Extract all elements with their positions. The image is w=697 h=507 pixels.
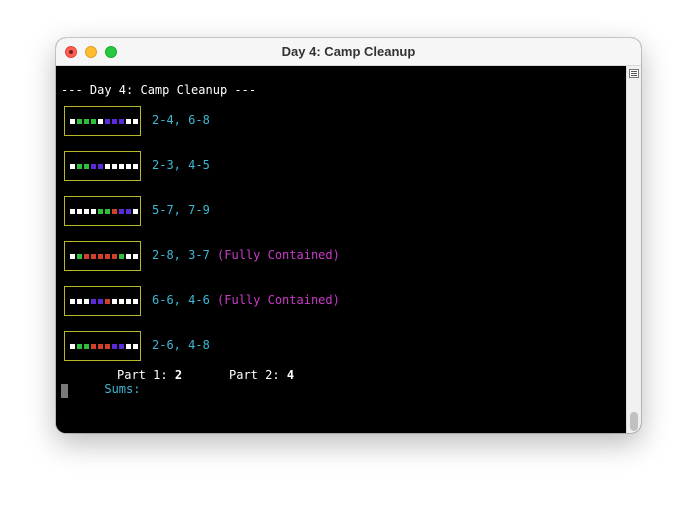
section-cell-white [119,164,124,169]
section-cell-white [70,209,75,214]
part1-label: Part 1: [117,368,168,382]
part2-label: Part 2: [229,368,280,382]
section-cell-purple [105,119,110,124]
sums-line: Sums: Part 1: 2 Part 2: 4 [61,368,294,433]
range-label: 5-7, 7-9 [152,203,210,217]
sums-label: Sums: [104,382,141,396]
section-cell-white [77,299,82,304]
part2-value: 4 [286,368,295,382]
range-text: 2-3, 4-5 [152,158,210,172]
part1-value: 2 [174,368,183,382]
section-cell-white [133,254,138,259]
section-visual-box [64,286,141,316]
vertical-scrollbar[interactable] [626,66,641,433]
section-cell-white [126,299,131,304]
section-cell-purple [119,209,124,214]
section-cell-green [77,119,82,124]
part1-sum: Part 1: 2 [117,368,182,382]
scrollbar-thumb[interactable] [630,412,638,431]
contained-status: (Fully Contained) [217,293,340,307]
section-cell-green [77,254,82,259]
section-cell-purple [126,209,131,214]
section-visual-box [64,106,141,136]
section-cell-white [133,344,138,349]
window-title: Day 4: Camp Cleanup [281,44,416,59]
section-cell-green [119,254,124,259]
section-cell-red [91,344,96,349]
section-cell-white [126,164,131,169]
section-cell-green [91,119,96,124]
section-cell-green [84,119,89,124]
section-cell-green [105,209,110,214]
section-cell-purple [112,344,117,349]
section-cell-purple [112,119,117,124]
section-cell-red [84,254,89,259]
section-cell-red [98,254,103,259]
split-pane-icon[interactable] [629,69,639,78]
section-cell-green [84,344,89,349]
section-cell-white [70,164,75,169]
terminal-output[interactable]: --- Day 4: Camp Cleanup --- 2-4, 6-8 2-3,… [56,66,626,433]
section-cell-white [70,344,75,349]
section-cell-purple [119,344,124,349]
range-text: 2-6, 4-8 [152,338,210,352]
section-cell-white [112,299,117,304]
section-cell-red [98,344,103,349]
range-text: 2-4, 6-8 [152,113,210,127]
section-cell-purple [98,299,103,304]
section-cell-red [112,209,117,214]
section-cell-purple [98,164,103,169]
range-text: 2-8, 3-7 [152,248,210,262]
section-cell-red [91,254,96,259]
puzzle-heading: --- Day 4: Camp Cleanup --- [61,83,257,97]
range-text: 5-7, 7-9 [152,203,210,217]
range-label: 2-4, 6-8 [152,113,210,127]
section-cell-white [126,344,131,349]
section-cell-green [84,164,89,169]
title-bar: Day 4: Camp Cleanup [56,38,641,66]
section-visual-box [64,331,141,361]
range-text: 6-6, 4-6 [152,293,210,307]
section-cell-white [105,164,110,169]
section-visual-box [64,241,141,271]
section-cell-white [98,119,103,124]
text-cursor [61,384,68,398]
section-cell-white [70,299,75,304]
section-visual-box [64,151,141,181]
section-cell-white [112,164,117,169]
range-label: 2-3, 4-5 [152,158,210,172]
section-cell-white [77,209,82,214]
section-cell-white [70,254,75,259]
section-cell-white [119,299,124,304]
section-cell-white [91,209,96,214]
section-cell-white [133,164,138,169]
section-cell-green [98,209,103,214]
section-cell-white [70,119,75,124]
section-cell-white [126,254,131,259]
section-cell-purple [91,299,96,304]
section-cell-white [84,299,89,304]
section-cell-red [105,344,110,349]
range-label: 2-8, 3-7 (Fully Contained) [152,248,340,262]
section-cell-purple [91,164,96,169]
section-cell-purple [119,119,124,124]
range-label: 2-6, 4-8 [152,338,210,352]
section-visual-box [64,196,141,226]
section-cell-white [133,209,138,214]
section-cell-white [133,299,138,304]
part2-sum: Part 2: 4 [229,368,294,382]
section-cell-green [77,344,82,349]
section-cell-white [84,209,89,214]
contained-status: (Fully Contained) [217,248,340,262]
section-cell-green [77,164,82,169]
section-cell-white [126,119,131,124]
section-cell-red [105,254,110,259]
section-cell-white [133,119,138,124]
range-label: 6-6, 4-6 (Fully Contained) [152,293,340,307]
section-cell-red [112,254,117,259]
terminal-window: Day 4: Camp Cleanup --- Day 4: Camp Clea… [56,38,641,433]
section-cell-red [105,299,110,304]
